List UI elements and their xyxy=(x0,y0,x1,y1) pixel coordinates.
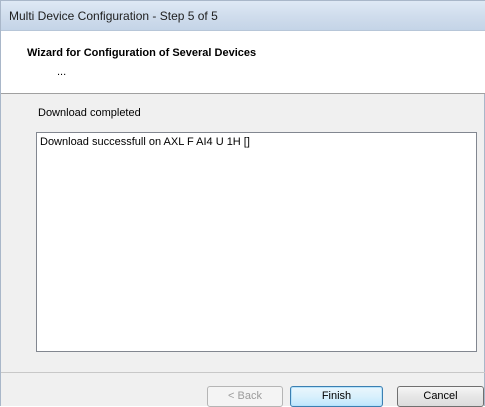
wizard-subheading: ... xyxy=(57,66,67,78)
wizard-heading: Wizard for Configuration of Several Devi… xyxy=(27,47,257,59)
log-line: Download successfull on AXL F AI4 U 1H [… xyxy=(40,136,250,148)
back-button[interactable]: < Back xyxy=(207,386,283,407)
wizard-window: Multi Device Configuration - Step 5 of 5… xyxy=(0,0,485,407)
wizard-header: Wizard for Configuration of Several Devi… xyxy=(1,31,485,94)
finish-button[interactable]: Finish xyxy=(290,386,383,407)
window-title: Multi Device Configuration - Step 5 of 5 xyxy=(9,9,218,23)
download-log-textbox[interactable]: Download successfull on AXL F AI4 U 1H [… xyxy=(36,132,477,352)
cancel-button[interactable]: Cancel xyxy=(397,386,484,407)
status-label: Download completed xyxy=(38,107,141,119)
title-bar[interactable]: Multi Device Configuration - Step 5 of 5 xyxy=(1,1,485,31)
footer-divider xyxy=(1,372,485,373)
